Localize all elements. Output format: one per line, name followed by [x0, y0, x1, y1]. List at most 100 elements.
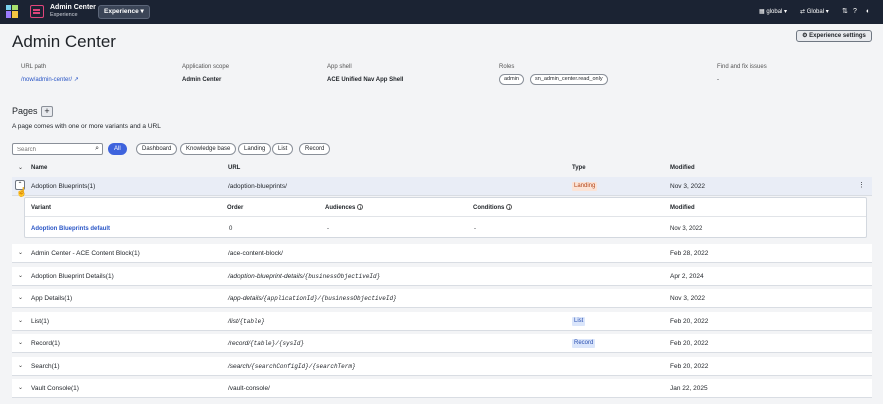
- row-url-path: /list/: [228, 318, 240, 325]
- variant-conditions: -: [474, 226, 476, 232]
- row-name: Search(1): [31, 363, 60, 370]
- table-row[interactable]: ⌄ Vault Console(1) /vault-console/ Jan 2…: [12, 379, 872, 398]
- type-badge-record: Record: [572, 339, 596, 348]
- search-input[interactable]: [17, 145, 87, 154]
- theme-toggle-icon[interactable]: ◐: [866, 7, 870, 17]
- role-pill: sn_admin_center.read_only: [530, 74, 608, 85]
- update-set-icon[interactable]: ⇅: [842, 7, 848, 17]
- row-url-params: {applicationId}/{businessObjectiveId}: [263, 295, 397, 302]
- row-url-path: /app-details/: [228, 295, 264, 302]
- app-scope-value: Admin Center: [182, 77, 222, 83]
- row-url-path: /adoption-blueprints/: [228, 183, 287, 190]
- role-pill: admin: [499, 74, 524, 85]
- row-name: Adoption Blueprints(1): [31, 183, 96, 190]
- experience-menu-button[interactable]: Experience ▾: [98, 5, 150, 19]
- url-path-link[interactable]: /now/admin-center/ ↗: [21, 76, 79, 84]
- conditions-column-header: Conditions i: [473, 204, 513, 212]
- row-url: /app-details/{applicationId}/{businessOb…: [228, 294, 397, 303]
- help-icon[interactable]: ?: [853, 7, 857, 17]
- audiences-column-header: Audiences i: [325, 204, 364, 212]
- row-url-path: /adoption-blueprint-details/: [228, 273, 305, 280]
- variant-order: 0: [229, 226, 233, 232]
- translate-icon: ⇄: [800, 9, 806, 15]
- app-title: Admin Center: [50, 4, 96, 11]
- info-icon[interactable]: i: [506, 204, 513, 211]
- search-icon[interactable]: ⌕: [95, 144, 99, 154]
- language-picker-label: Global: [806, 9, 825, 15]
- top-navigation-bar: Admin Center Experience Experience ▾ ▦ g…: [0, 0, 883, 24]
- row-url-path: /ace-content-block/: [228, 250, 283, 257]
- scope-picker[interactable]: ▦ global ▾: [759, 7, 787, 17]
- row-name: App Details(1): [31, 295, 73, 302]
- type-badge-landing: Landing: [572, 182, 598, 191]
- row-url-params: {table}: [239, 318, 265, 325]
- app-shell-label: App shell: [327, 64, 352, 70]
- variant-modified: Nov 3, 2022: [670, 226, 703, 232]
- chevron-down-icon[interactable]: ⌄: [18, 249, 23, 258]
- row-name: Adoption Blueprint Details(1): [31, 273, 114, 280]
- issues-value: -: [717, 77, 719, 83]
- info-icon[interactable]: i: [357, 204, 364, 211]
- chevron-down-icon[interactable]: ⌄: [18, 294, 23, 303]
- row-modified: Feb 28, 2022: [670, 250, 709, 257]
- row-url: /vault-console/: [228, 384, 270, 393]
- table-row[interactable]: ⌄ List(1) /list/{table} List Feb 20, 202…: [12, 312, 872, 331]
- variant-link[interactable]: Adoption Blueprints default: [31, 225, 110, 233]
- table-row[interactable]: ⌄ Admin Center - ACE Content Block(1) /a…: [12, 244, 872, 263]
- chevron-down-icon[interactable]: ⌄: [18, 384, 23, 393]
- more-options-icon[interactable]: ⋮: [858, 181, 865, 190]
- column-header-url[interactable]: URL: [228, 164, 240, 172]
- row-modified: Feb 20, 2022: [670, 363, 709, 370]
- row-url: /ace-content-block/: [228, 249, 283, 258]
- external-link-icon: ↗: [73, 77, 79, 83]
- variants-table: Variant Order Audiences i Conditions i Mod…: [24, 197, 867, 238]
- table-row[interactable]: ⌃ Adoption Blueprints(1) /adoption-bluep…: [12, 177, 872, 196]
- column-header-modified[interactable]: Modified: [670, 164, 695, 172]
- row-url: /search/{searchConfigId}/{searchTerm}: [228, 362, 356, 371]
- variant-column-header: Variant: [31, 205, 52, 211]
- audiences-label: Audiences: [325, 205, 356, 211]
- building-icon: ▦: [759, 9, 765, 15]
- expand-all-icon[interactable]: ⌄: [18, 164, 23, 172]
- table-row[interactable]: ⌄ Adoption Blueprint Details(1) /adoptio…: [12, 267, 872, 286]
- row-modified: Feb 20, 2022: [670, 340, 709, 347]
- filter-record[interactable]: Record: [299, 143, 331, 155]
- filter-all[interactable]: All: [108, 143, 127, 155]
- row-modified: Jan 22, 2025: [670, 385, 708, 392]
- row-name: Vault Console(1): [31, 385, 79, 392]
- language-picker[interactable]: ⇄ Global ▾: [800, 7, 829, 17]
- search-box: ⌕: [12, 143, 103, 155]
- row-url-params: {businessObjectiveId}: [304, 273, 381, 280]
- experience-settings-button[interactable]: ⚙ Experience settings: [796, 30, 872, 42]
- chevron-down-icon[interactable]: ⌄: [18, 317, 23, 326]
- table-row[interactable]: ⌄ App Details(1) /app-details/{applicati…: [12, 289, 872, 308]
- add-page-button[interactable]: +: [41, 106, 53, 117]
- column-header-type[interactable]: Type: [572, 164, 586, 172]
- servicenow-logo-icon[interactable]: [6, 5, 18, 18]
- row-name: Admin Center - ACE Content Block(1): [31, 250, 140, 257]
- row-url: /list/{table}: [228, 317, 265, 326]
- row-url: /adoption-blueprint-details/{businessObj…: [228, 272, 380, 281]
- divider: [25, 216, 866, 217]
- filter-knowledge-base[interactable]: Knowledge base: [180, 143, 237, 155]
- url-path-label: URL path: [21, 64, 47, 70]
- column-header-name[interactable]: Name: [31, 164, 47, 172]
- page-title: Admin Center: [12, 32, 116, 51]
- chevron-down-icon: ▾: [825, 9, 829, 15]
- filter-landing[interactable]: Landing: [238, 143, 272, 155]
- order-column-header: Order: [227, 205, 244, 211]
- chevron-down-icon: ▾: [784, 9, 788, 15]
- pages-description: A page comes with one or more variants a…: [12, 123, 161, 130]
- filter-dashboard[interactable]: Dashboard: [136, 143, 178, 155]
- chevron-down-icon[interactable]: ⌄: [18, 362, 23, 371]
- table-row[interactable]: ⌄ Search(1) /search/{searchConfigId}/{se…: [12, 357, 872, 376]
- row-url-path: /record/: [228, 340, 251, 347]
- type-badge-list: List: [572, 317, 586, 326]
- row-url: /record/{table}/{sysId}: [228, 339, 304, 348]
- table-row[interactable]: ⌄ Record(1) /record/{table}/{sysId} Reco…: [12, 334, 872, 353]
- row-name: List(1): [31, 318, 50, 325]
- scope-picker-label: global: [766, 9, 783, 15]
- chevron-down-icon[interactable]: ⌄: [18, 339, 23, 348]
- chevron-down-icon[interactable]: ⌄: [18, 272, 23, 281]
- filter-list[interactable]: List: [272, 143, 294, 155]
